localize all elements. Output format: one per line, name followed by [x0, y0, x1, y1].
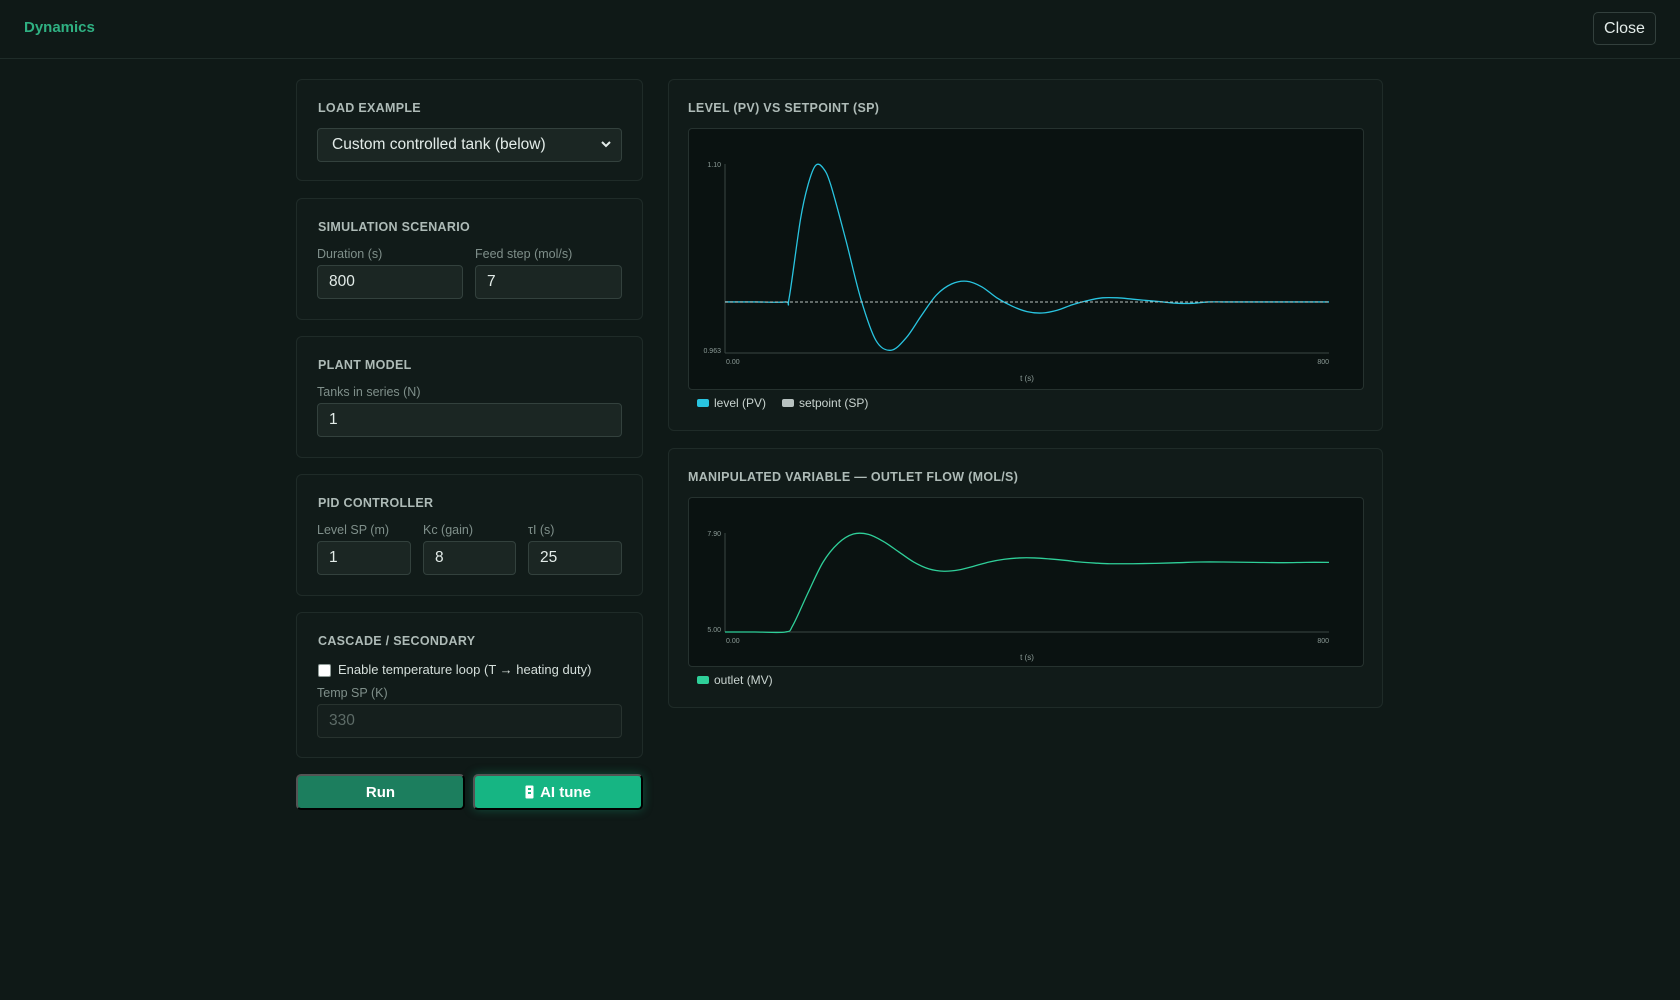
- chart-title: MANIPULATED VARIABLE — OUTLET FLOW (MOL/…: [688, 470, 1019, 484]
- series-line: [725, 163, 1329, 351]
- cascade-card: CASCADE / SECONDARY Enable temperature l…: [296, 612, 643, 758]
- legend-label: outlet (MV): [714, 673, 773, 687]
- plant-model-card: PLANT MODEL Tanks in series (N) 1: [296, 336, 643, 458]
- feed-step-input[interactable]: 7: [475, 265, 622, 299]
- simulation-scenario-card: SIMULATION SCENARIO Duration (s) 800 Fee…: [296, 198, 643, 320]
- duration-label: Duration (s): [317, 247, 383, 261]
- ti-input[interactable]: 25: [528, 541, 622, 575]
- card-title: CASCADE / SECONDARY: [318, 634, 476, 648]
- chart-title: LEVEL (PV) VS SETPOINT (SP): [688, 101, 880, 115]
- series-line: [725, 532, 1330, 634]
- legend-setpoint: setpoint (SP): [782, 396, 868, 410]
- pid-controller-card: PID CONTROLLER Level SP (m) 1 Kc (gain) …: [296, 474, 643, 596]
- x-axis-label: t (s): [1020, 374, 1034, 383]
- legend-swatch: [697, 399, 709, 407]
- ai-tune-button[interactable]: AI tune: [473, 774, 643, 810]
- legend-swatch: [697, 676, 709, 684]
- legend-outlet: outlet (MV): [697, 673, 773, 687]
- chevron-down-icon: [601, 141, 611, 148]
- x-tick-label: 0.00: [726, 638, 740, 645]
- temp-sp-input[interactable]: 330: [317, 704, 622, 738]
- x-tick-label: 0.00: [726, 359, 740, 366]
- ai-tune-icon: [525, 785, 534, 799]
- ai-tune-label: AI tune: [540, 783, 591, 801]
- legend-label: level (PV): [714, 396, 767, 410]
- ti-label: τI (s): [528, 523, 555, 537]
- y-tick-label: 7.90: [707, 531, 721, 538]
- duration-input[interactable]: 800: [317, 265, 463, 299]
- card-title: PLANT MODEL: [318, 358, 412, 372]
- level-sp-label: Level SP (m): [317, 523, 390, 537]
- card-title: LOAD EXAMPLE: [318, 101, 421, 115]
- outlet-chart-card: MANIPULATED VARIABLE — OUTLET FLOW (MOL/…: [668, 448, 1383, 708]
- run-button[interactable]: Run: [296, 774, 465, 810]
- enable-temp-loop-label: Enable temperature loop (T → heating dut…: [338, 662, 592, 677]
- example-select-value: Custom controlled tank (below): [332, 136, 546, 153]
- enable-temp-loop-checkbox[interactable]: [318, 664, 331, 677]
- level-chart-card: LEVEL (PV) VS SETPOINT (SP) 0.963 1.10 0.0…: [668, 79, 1383, 431]
- app-title: Dynamics: [24, 19, 95, 36]
- x-tick-label: 800: [1317, 638, 1329, 645]
- legend-swatch: [782, 399, 794, 407]
- y-tick-label: 1.10: [707, 162, 721, 169]
- tanks-label: Tanks in series (N): [317, 385, 421, 399]
- outlet-chart-area: 5.00 7.90 0.00 800 t (s): [688, 497, 1364, 667]
- x-tick-label: 800: [1317, 359, 1329, 366]
- feed-step-label: Feed step (mol/s): [475, 247, 573, 261]
- run-label: Run: [365, 783, 396, 801]
- top-bar: Dynamics Close: [0, 0, 1680, 59]
- kc-input[interactable]: 8: [423, 541, 516, 575]
- tanks-input[interactable]: 1: [317, 403, 622, 437]
- kc-label: Kc (gain): [423, 523, 474, 537]
- temp-sp-label: Temp SP (K): [317, 686, 388, 700]
- x-axis-label: t (s): [1020, 653, 1034, 662]
- y-tick-label: 0.963: [703, 348, 721, 355]
- level-chart-area: 0.963 1.10 0.00 800 t (s): [688, 128, 1364, 390]
- legend-level: level (PV): [697, 396, 766, 410]
- outlet-chart: 5.00 7.90 0.00 800 t (s): [707, 531, 1330, 662]
- card-title: SIMULATION SCENARIO: [318, 220, 470, 234]
- close-button[interactable]: Close: [1593, 12, 1656, 45]
- card-title: PID CONTROLLER: [318, 496, 434, 510]
- level-chart: 0.963 1.10 0.00 800 t (s): [703, 162, 1329, 383]
- y-tick-label: 5.00: [707, 627, 721, 634]
- legend-label: setpoint (SP): [799, 396, 869, 410]
- load-example-card: LOAD EXAMPLE Custom controlled tank (bel…: [296, 79, 643, 181]
- level-sp-input[interactable]: 1: [317, 541, 411, 575]
- example-select[interactable]: Custom controlled tank (below): [317, 128, 622, 162]
